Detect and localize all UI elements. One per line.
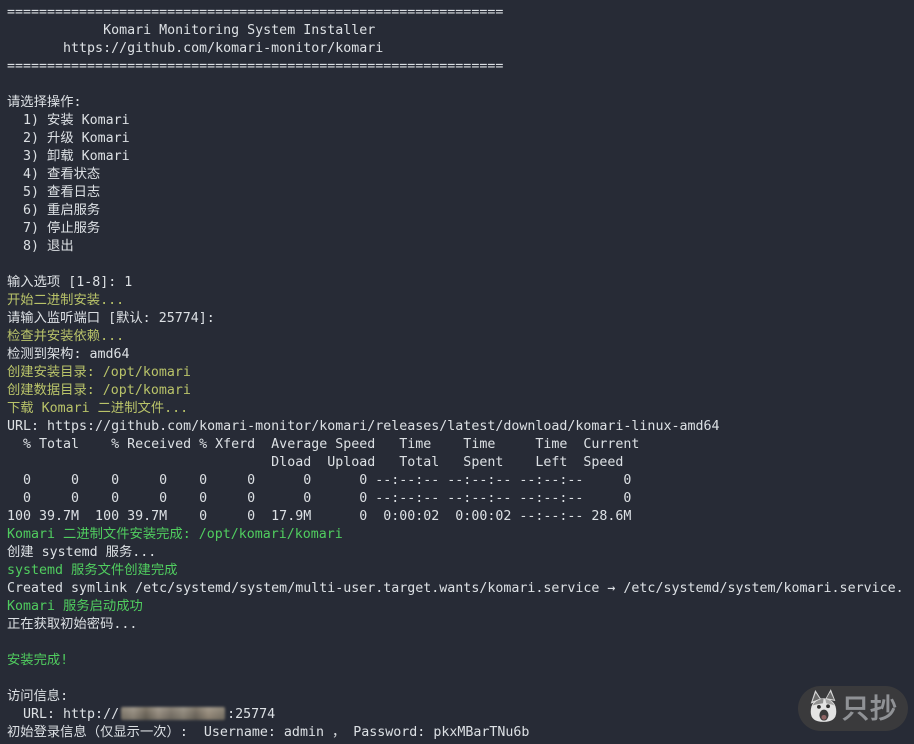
menu-item-upgrade: 2) 升级 Komari (7, 130, 914, 148)
curl-progress-row: 0 0 0 0 0 0 0 0 --:--:-- --:--:-- --:--:… (7, 490, 914, 508)
installer-title: Komari Monitoring System Installer (7, 22, 914, 40)
curl-header-row2: Dload Upload Total Spent Left Speed (7, 454, 914, 472)
menu-item-uninstall: 3) 卸载 Komari (7, 148, 914, 166)
download-binary-line: 下载 Komari 二进制文件... (7, 400, 914, 418)
symlink-line: Created symlink /etc/systemd/system/mult… (7, 580, 914, 598)
curl-progress-row: 100 39.7M 100 39.7M 0 0 17.9M 0 0:00:02 … (7, 508, 914, 526)
arch-detected-line: 检测到架构: amd64 (7, 346, 914, 364)
choice-input-line: 输入选项 [1-8]: 1 (7, 274, 914, 292)
binary-installed-line: Komari 二进制文件安装完成: /opt/komari/komari (7, 526, 914, 544)
download-url-line: URL: https://github.com/komari-monitor/k… (7, 418, 914, 436)
separator-line-bottom: ========================================… (7, 58, 914, 76)
menu-item-stop: 7) 停止服务 (7, 220, 914, 238)
access-url-line: URL: http:// :25774 (7, 706, 914, 724)
access-info-label: 访问信息: (7, 688, 914, 706)
systemd-created-line: systemd 服务文件创建完成 (7, 562, 914, 580)
blank-line (7, 634, 914, 652)
create-data-dir-line: 创建数据目录: /opt/komari (7, 382, 914, 400)
watermark-badge: 只抄 (798, 686, 908, 731)
install-done-line: 安装完成! (7, 652, 914, 670)
access-url-prefix: URL: http:// (7, 707, 119, 722)
separator-line-top: ========================================… (7, 4, 914, 22)
curl-progress-row: 0 0 0 0 0 0 0 0 --:--:-- --:--:-- --:--:… (7, 472, 914, 490)
port-prompt-line: 请输入监听端口 [默认: 25774]: (7, 310, 914, 328)
curl-header-row1: % Total % Received % Xferd Average Speed… (7, 436, 914, 454)
service-started-line: Komari 服务启动成功 (7, 598, 914, 616)
create-systemd-line: 创建 systemd 服务... (7, 544, 914, 562)
create-install-dir-line: 创建安装目录: /opt/komari (7, 364, 914, 382)
check-deps-line: 检查并安装依赖... (7, 328, 914, 346)
menu-item-install: 1) 安装 Komari (7, 112, 914, 130)
initial-login-line: 初始登录信息（仅显示一次）: Username: admin ， Passwor… (7, 724, 914, 742)
access-url-port: :25774 (227, 707, 275, 722)
blank-line (7, 256, 914, 274)
terminal-screen: ========================================… (0, 0, 914, 742)
start-binary-line: 开始二进制安装... (7, 292, 914, 310)
redacted-host-blur (121, 707, 225, 720)
fetching-password-line: 正在获取初始密码... (7, 616, 914, 634)
blank-line (7, 670, 914, 688)
menu-prompt: 请选择操作: (7, 94, 914, 112)
menu-item-exit: 8) 退出 (7, 238, 914, 256)
watermark-label: 只抄 (842, 700, 898, 718)
husky-mascot-icon (808, 688, 839, 729)
menu-item-logs: 5) 查看日志 (7, 184, 914, 202)
repo-url: https://github.com/komari-monitor/komari (7, 40, 914, 58)
blank-line (7, 76, 914, 94)
menu-item-status: 4) 查看状态 (7, 166, 914, 184)
menu-item-restart: 6) 重启服务 (7, 202, 914, 220)
